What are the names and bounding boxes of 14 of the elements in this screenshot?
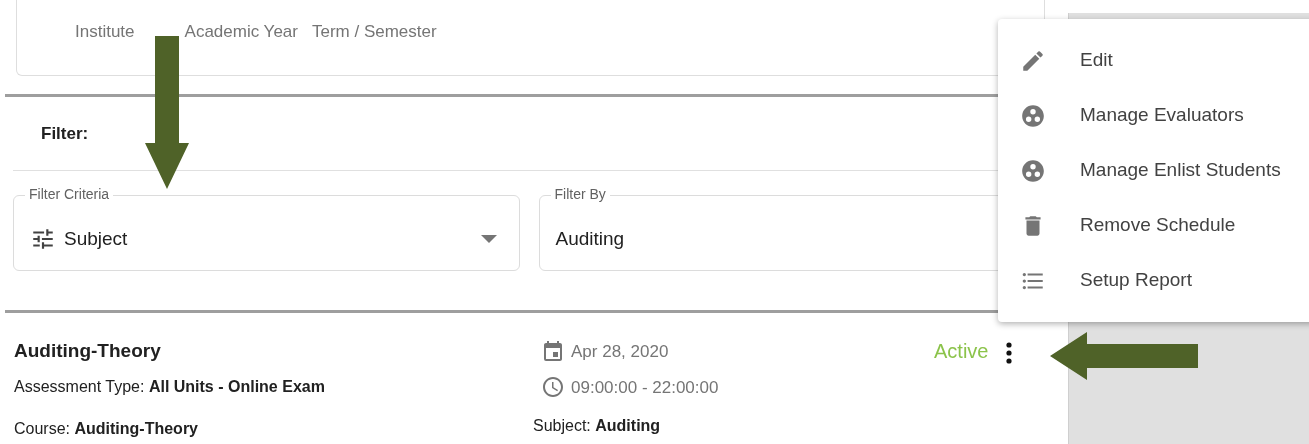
assessment-type: Assessment Type: All Units - Online Exam: [14, 377, 326, 397]
field-label: Filter By: [550, 186, 610, 202]
schedule-date: Apr 28, 2020: [571, 341, 669, 363]
field-label: Filter Criteria: [25, 186, 114, 202]
status-text: Active: [934, 339, 989, 364]
header-label: Term / Semester: [311, 22, 437, 43]
schedule-title: Auditing-Theory: [14, 339, 162, 363]
schedule-time: 09:00:00 - 22:00:00: [571, 376, 719, 399]
field-value: Subject: [64, 226, 129, 251]
field-value: Auditing: [555, 226, 626, 251]
header-label: Academic Year: [184, 22, 298, 43]
header-label: Institute: [75, 22, 135, 43]
filter-heading: Filter:: [41, 122, 89, 145]
subject: Subject: Auditing: [533, 416, 662, 436]
